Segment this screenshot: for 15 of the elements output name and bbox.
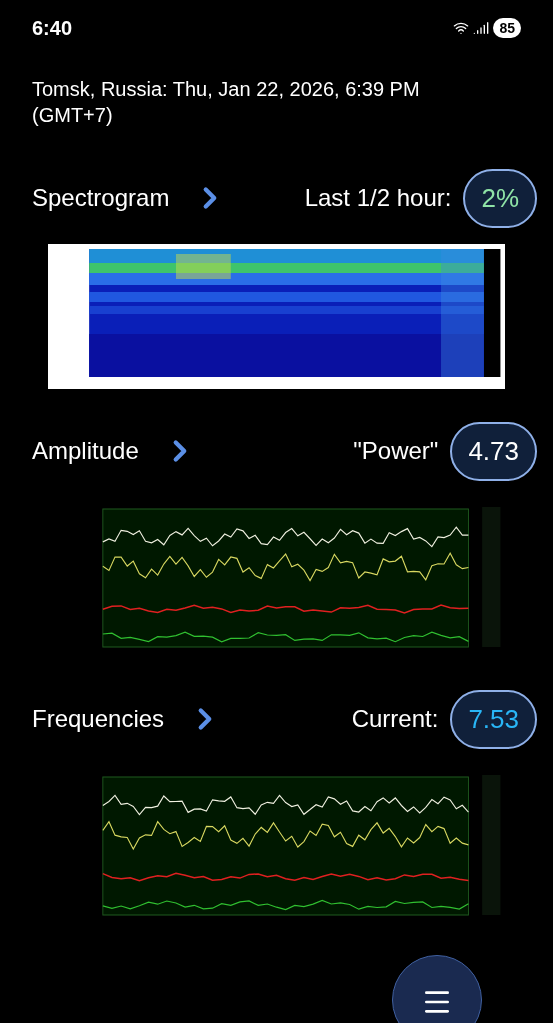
stat-label: Current: [351, 704, 439, 734]
section-title: Frequencies [32, 704, 165, 734]
stat-value: 4.73 [468, 435, 519, 466]
status-time: 6:40 [32, 16, 73, 41]
stat-value: 2% [481, 182, 519, 213]
menu-button[interactable] [392, 955, 482, 1023]
wifi-icon [453, 20, 470, 36]
battery-level: 85 [493, 18, 521, 38]
section-title: Spectrogram [32, 183, 170, 213]
stat-label: Last 1/2 hour: [304, 183, 452, 213]
stat-value: 7.53 [468, 703, 519, 734]
location-datetime: Tomsk, Russia: Thu, Jan 22, 2026, 6:39 PM (GMT+7) [31, 77, 421, 128]
signal-icon [473, 20, 490, 36]
stat-label: "Power" [353, 436, 439, 466]
section-title: Amplitude [32, 436, 139, 466]
